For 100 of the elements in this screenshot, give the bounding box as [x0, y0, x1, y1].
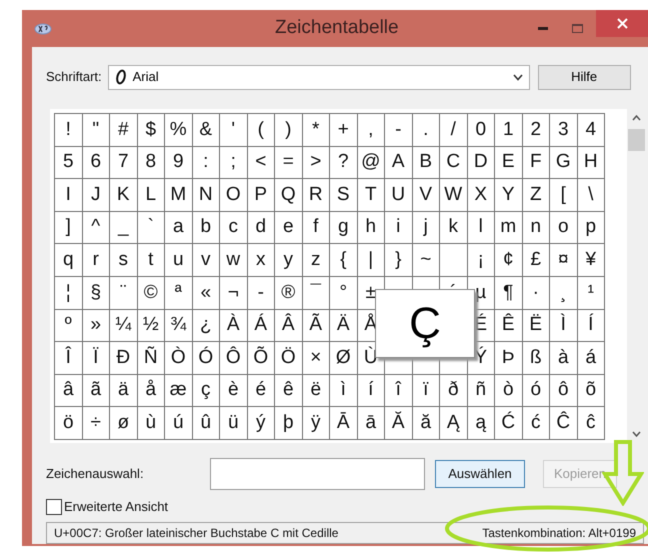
character-cell[interactable]: Õ [248, 342, 275, 375]
character-cell[interactable]: R [302, 179, 330, 212]
character-cell[interactable]: á [578, 342, 605, 375]
character-cell[interactable]: Ð [110, 342, 138, 375]
character-cell[interactable]: Ā [330, 407, 358, 440]
character-cell[interactable]: Â [275, 310, 302, 342]
character-cell[interactable]: & [192, 114, 220, 147]
character-cell[interactable]: ¹ [578, 276, 605, 310]
character-cell[interactable]: Ĉ [550, 407, 578, 440]
character-cell[interactable]: ó [522, 374, 550, 408]
character-cell[interactable]: å [138, 374, 165, 408]
character-cell[interactable]: ø [110, 407, 138, 440]
character-cell[interactable]: ¢ [495, 244, 522, 277]
character-cell[interactable]: F [522, 146, 550, 180]
character-cell[interactable]: í [358, 374, 385, 408]
character-cell[interactable]: õ [578, 374, 605, 408]
character-cell[interactable]: ¯ [302, 276, 330, 310]
character-cell[interactable]: ¾ [165, 310, 192, 342]
character-cell[interactable]: + [330, 114, 358, 147]
character-cell[interactable]: ¬ [220, 276, 248, 310]
character-cell[interactable]: ô [550, 374, 578, 408]
character-cell[interactable]: ć [522, 407, 550, 440]
character-cell[interactable]: - [248, 276, 275, 310]
character-cell[interactable]: ¡ [468, 244, 495, 277]
character-cell[interactable]: f [302, 212, 330, 244]
character-cell[interactable]: M [165, 179, 192, 212]
character-cell[interactable]: 1 [495, 114, 522, 147]
character-cell[interactable]: ) [275, 114, 302, 147]
character-cell[interactable]: Q [275, 179, 302, 212]
select-button[interactable]: Auswählen [435, 460, 525, 488]
character-cell[interactable]: > [302, 146, 330, 180]
character-cell[interactable]: ü [220, 407, 248, 440]
character-cell[interactable]: } [385, 244, 412, 277]
character-cell[interactable]: d [248, 212, 275, 244]
character-cell[interactable]: è [220, 374, 248, 408]
character-cell[interactable]: ë [302, 374, 330, 408]
character-cell[interactable]: N [192, 179, 220, 212]
font-dropdown[interactable]: Arial [108, 64, 530, 90]
character-cell[interactable]: § [82, 276, 110, 310]
character-cell[interactable]: L [138, 179, 165, 212]
character-cell[interactable]: ð [440, 374, 468, 408]
character-cell[interactable]: j [412, 212, 440, 244]
character-cell[interactable]: ï [412, 374, 440, 408]
character-cell[interactable]: ¼ [110, 310, 138, 342]
character-cell[interactable]: 4 [578, 114, 605, 147]
character-cell[interactable]: × [302, 342, 330, 375]
character-cell[interactable]: n [522, 212, 550, 244]
character-cell[interactable]: ĉ [578, 407, 605, 440]
character-cell[interactable]: J [82, 179, 110, 212]
character-cell[interactable]: Ä [330, 310, 358, 342]
character-cell[interactable]: g [330, 212, 358, 244]
character-cell[interactable]: S [330, 179, 358, 212]
character-cell[interactable]: ? [330, 146, 358, 180]
character-cell[interactable]: ù [138, 407, 165, 440]
character-cell[interactable]: £ [522, 244, 550, 277]
help-button[interactable]: Hilfe [538, 64, 631, 90]
character-cell[interactable]: m [495, 212, 522, 244]
character-cell[interactable]: < [248, 146, 275, 180]
character-cell[interactable]: X [468, 179, 495, 212]
character-cell[interactable]: Í [578, 310, 605, 342]
character-cell[interactable]: D [468, 146, 495, 180]
character-cell[interactable]: Ï [82, 342, 110, 375]
character-cell[interactable]: I [55, 179, 82, 212]
character-cell[interactable]: * [302, 114, 330, 147]
character-cell[interactable]: Ą [440, 407, 468, 440]
character-cell[interactable]: ú [165, 407, 192, 440]
character-cell[interactable]: p [578, 212, 605, 244]
character-cell[interactable]: \ [578, 179, 605, 212]
character-cell[interactable]: 6 [82, 146, 110, 180]
character-cell[interactable]: ÷ [82, 407, 110, 440]
character-cell[interactable]: ß [522, 342, 550, 375]
character-cell[interactable]: æ [165, 374, 192, 408]
character-cell[interactable]: ! [55, 114, 82, 147]
character-cell[interactable]: K [110, 179, 138, 212]
character-cell[interactable]: e [275, 212, 302, 244]
character-cell[interactable]: ç [192, 374, 220, 408]
character-cell[interactable]: Ć [495, 407, 522, 440]
character-cell[interactable]: , [358, 114, 385, 147]
character-cell[interactable]: # [110, 114, 138, 147]
character-cell[interactable]: $ [138, 114, 165, 147]
character-cell[interactable]: ; [220, 146, 248, 180]
character-cell[interactable]: H [578, 146, 605, 180]
character-cell[interactable]: ä [110, 374, 138, 408]
character-cell[interactable]: b [192, 212, 220, 244]
character-cell[interactable]: 0 [468, 114, 495, 147]
character-cell[interactable]: O [220, 179, 248, 212]
character-cell[interactable]: Ö [275, 342, 302, 375]
character-cell[interactable]: ê [275, 374, 302, 408]
character-cell[interactable]: v [192, 244, 220, 277]
character-cell[interactable]: Ø [330, 342, 358, 375]
character-cell[interactable]: A [385, 146, 412, 180]
character-cell[interactable]: ý [248, 407, 275, 440]
character-cell[interactable]: C [440, 146, 468, 180]
character-cell[interactable]: s [110, 244, 138, 277]
character-cell[interactable]: Ó [192, 342, 220, 375]
character-cell[interactable]: k [440, 212, 468, 244]
character-cell[interactable]: Ë [522, 310, 550, 342]
character-cell[interactable]: Ì [550, 310, 578, 342]
character-cell[interactable]: Y [495, 179, 522, 212]
character-cell[interactable]: â [55, 374, 82, 408]
